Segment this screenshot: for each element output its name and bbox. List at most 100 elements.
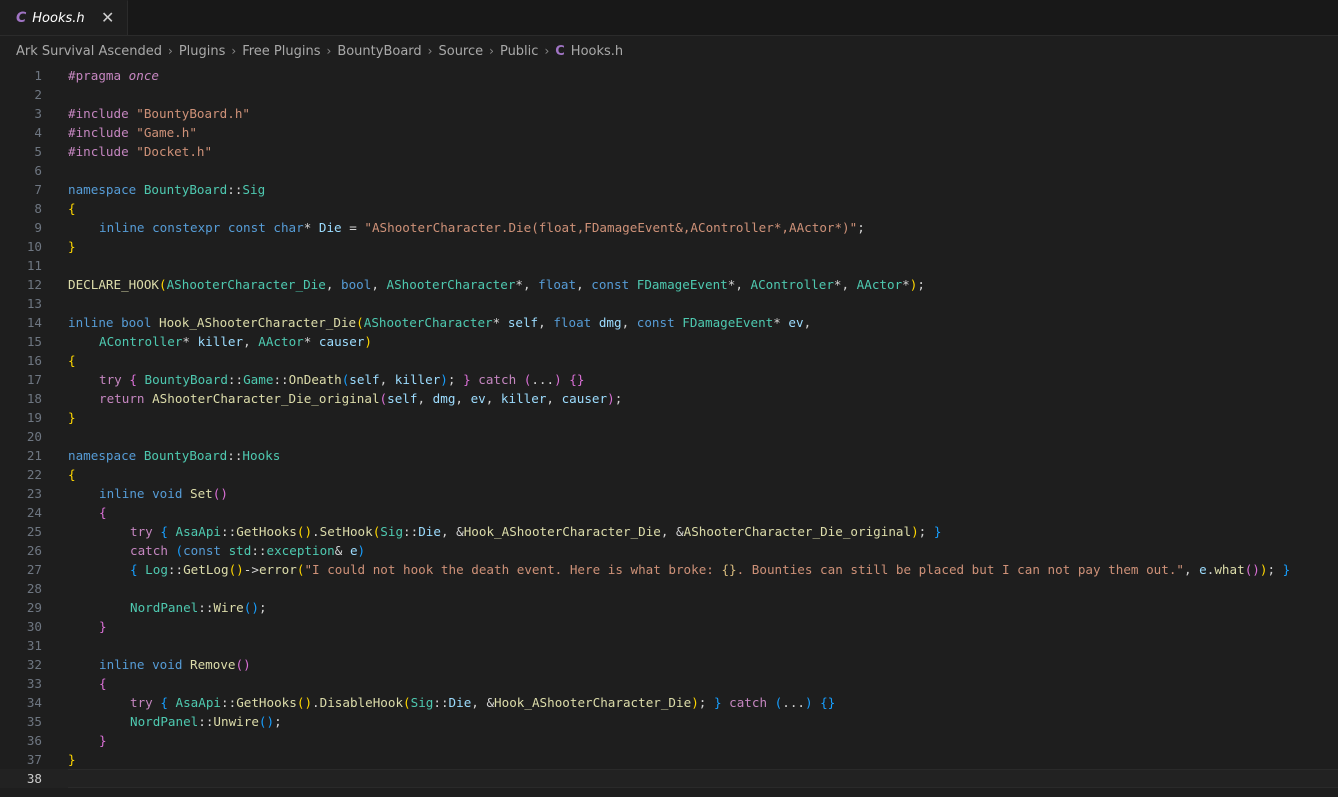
code-token: { bbox=[68, 201, 76, 216]
code-line[interactable]: 36} bbox=[0, 731, 1338, 750]
code-token: :: bbox=[221, 695, 237, 710]
breadcrumb-item[interactable]: Source bbox=[438, 44, 483, 59]
code-token: . bbox=[312, 695, 320, 710]
code-token: :: bbox=[198, 600, 214, 615]
close-icon[interactable]: ✕ bbox=[99, 9, 117, 27]
code-line[interactable]: 17 try { BountyBoard::Game::OnDeath(self,… bbox=[0, 370, 1338, 389]
code-line[interactable]: 32 inline void Remove() bbox=[0, 655, 1338, 674]
code-token: #include bbox=[68, 125, 137, 140]
code-token: self bbox=[387, 391, 418, 406]
code-token: :: bbox=[227, 448, 243, 463]
line-number: 33 bbox=[26, 676, 42, 691]
breadcrumb-item[interactable]: Public bbox=[500, 44, 538, 59]
code-line[interactable]: 27{ Log::GetLog()->error("I could not ho… bbox=[0, 560, 1338, 579]
code-line[interactable]: 28 bbox=[0, 579, 1338, 598]
code-token: Unwire bbox=[213, 714, 259, 729]
code-line[interactable]: 1 #pragma once bbox=[0, 66, 1338, 85]
code-token: , bbox=[1183, 562, 1200, 577]
code-line[interactable]: 26 catch (const std::exception& e) bbox=[0, 541, 1338, 560]
code-token: :: bbox=[221, 524, 237, 539]
code-line[interactable]: 18 return AShooterCharacter_Die_original(… bbox=[0, 389, 1338, 408]
code-token: DisableHook bbox=[319, 695, 404, 710]
code-token: ; bbox=[698, 695, 714, 710]
code-token: dmg bbox=[432, 391, 456, 406]
line-number: 36 bbox=[26, 733, 42, 748]
code-line[interactable]: 24 { bbox=[0, 503, 1338, 522]
code-line[interactable]: 11 bbox=[0, 256, 1338, 275]
code-text: #pragma once bbox=[68, 66, 1338, 85]
breadcrumb-item[interactable]: Free Plugins bbox=[242, 44, 320, 59]
code-token: AShooterCharacter_Die bbox=[166, 277, 326, 292]
code-line[interactable]: 4 #include "Game.h" bbox=[0, 123, 1338, 142]
code-token: FDamageEvent bbox=[682, 315, 774, 330]
code-token: const bbox=[183, 543, 229, 558]
tab-hooks-h[interactable]: C Hooks.h ✕ bbox=[0, 0, 128, 35]
c-language-icon: C bbox=[16, 10, 27, 26]
breadcrumb-item[interactable]: BountyBoard bbox=[337, 44, 421, 59]
code-token: () bbox=[235, 657, 251, 672]
code-line[interactable]: 14 inline bool Hook_AShooterCharacter_Die… bbox=[0, 313, 1338, 332]
code-token: try bbox=[99, 372, 130, 387]
code-line[interactable]: 22 { bbox=[0, 465, 1338, 484]
line-number: 11 bbox=[26, 258, 42, 273]
code-line[interactable]: 9 inline constexpr const char* Die = "ASh… bbox=[0, 218, 1338, 237]
code-token: #include bbox=[68, 106, 137, 121]
code-line[interactable]: 29 NordPanel::Wire(); bbox=[0, 598, 1338, 617]
code-line[interactable]: 5 #include "Docket.h" bbox=[0, 142, 1338, 161]
code-text: { bbox=[68, 199, 1338, 218]
code-token: e bbox=[1199, 562, 1207, 577]
code-token: const bbox=[636, 315, 683, 330]
code-line[interactable]: 33 { bbox=[0, 674, 1338, 693]
code-token: ( bbox=[356, 315, 364, 330]
code-token: } bbox=[1282, 562, 1291, 577]
code-line[interactable]: 2 bbox=[0, 85, 1338, 104]
code-token: Sig bbox=[242, 182, 266, 197]
code-line[interactable]: 38 bbox=[0, 769, 1338, 788]
code-token: Hooks bbox=[242, 448, 281, 463]
code-token: ; bbox=[918, 524, 934, 539]
code-line[interactable]: 20 bbox=[0, 427, 1338, 446]
breadcrumb-item[interactable]: Ark Survival Ascended bbox=[16, 44, 162, 59]
code-text: { bbox=[68, 503, 1338, 522]
code-line[interactable]: 13 bbox=[0, 294, 1338, 313]
code-token: { bbox=[160, 524, 176, 539]
code-line[interactable]: 10} bbox=[0, 237, 1338, 256]
code-line[interactable]: 30} bbox=[0, 617, 1338, 636]
code-line[interactable]: 25 try { AsaApi::GetHooks().SetHook(Sig::… bbox=[0, 522, 1338, 541]
code-token: } bbox=[933, 524, 942, 539]
code-line[interactable]: 37} bbox=[0, 750, 1338, 769]
breadcrumb-item[interactable]: Plugins bbox=[179, 44, 226, 59]
code-token: { bbox=[68, 467, 76, 482]
code-token: "Docket.h" bbox=[136, 144, 213, 159]
code-token: Sig bbox=[410, 695, 434, 710]
code-token: AShooterCharacter_Die_original bbox=[683, 524, 912, 539]
code-line[interactable]: 3 #include "BountyBoard.h" bbox=[0, 104, 1338, 123]
code-token: , bbox=[417, 391, 433, 406]
code-token: () bbox=[258, 714, 275, 729]
code-line[interactable]: 16 { bbox=[0, 351, 1338, 370]
code-text: { Log::GetLog()->error("I could not hook… bbox=[68, 560, 1338, 579]
code-text: try { AsaApi::GetHooks().DisableHook(Sig… bbox=[68, 693, 1338, 712]
code-line[interactable]: 35 NordPanel::Unwire(); bbox=[0, 712, 1338, 731]
code-line[interactable]: 21 namespace BountyBoard::Hooks bbox=[0, 446, 1338, 465]
code-line[interactable]: 31 bbox=[0, 636, 1338, 655]
code-token: -> bbox=[243, 562, 259, 577]
code-line[interactable]: 7 namespace BountyBoard::Sig bbox=[0, 180, 1338, 199]
code-line[interactable]: 34 try { AsaApi::GetHooks().DisableHook(S… bbox=[0, 693, 1338, 712]
breadcrumb-file[interactable]: C Hooks.h bbox=[555, 44, 623, 59]
code-token: Die bbox=[448, 695, 472, 710]
line-number: 12 bbox=[26, 277, 42, 292]
code-line[interactable]: 8{ bbox=[0, 199, 1338, 218]
code-line[interactable]: 23 inline void Set() bbox=[0, 484, 1338, 503]
code-line[interactable]: 15 AController* killer, AActor* causer) bbox=[0, 332, 1338, 351]
code-token: , bbox=[538, 315, 554, 330]
code-line[interactable]: 19} bbox=[0, 408, 1338, 427]
code-token: namespace bbox=[68, 448, 144, 463]
code-token: const bbox=[591, 277, 637, 292]
code-line[interactable]: 6 bbox=[0, 161, 1338, 180]
code-text: NordPanel::Wire(); bbox=[68, 598, 1338, 617]
code-text: namespace BountyBoard::Sig bbox=[68, 180, 1338, 199]
code-line[interactable]: 12 DECLARE_HOOK(AShooterCharacter_Die, bo… bbox=[0, 275, 1338, 294]
code-token: * bbox=[182, 334, 198, 349]
code-editor[interactable]: 1 #pragma once 2 3 #include "BountyBoard.h" 4… bbox=[0, 66, 1338, 788]
